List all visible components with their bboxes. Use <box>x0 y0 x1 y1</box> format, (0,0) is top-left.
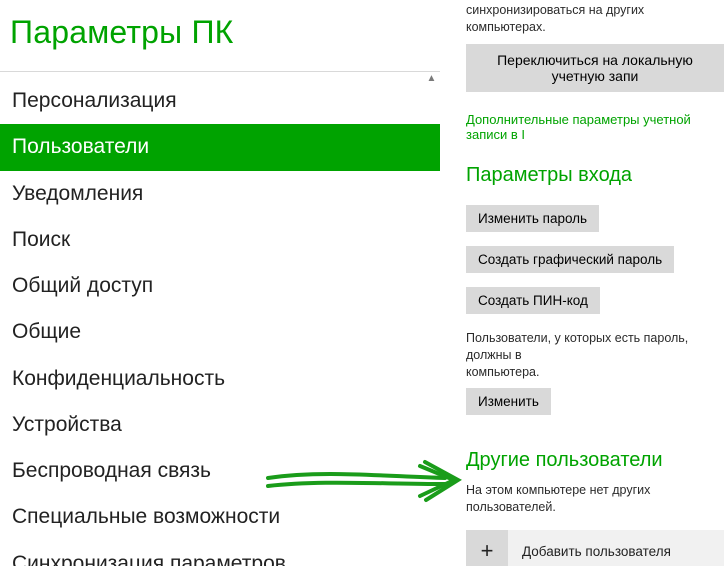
sidebar-item-accessibility[interactable]: Специальные возможности <box>0 494 440 540</box>
sidebar-item-search[interactable]: Поиск <box>0 217 440 263</box>
scroll-up-icon[interactable]: ▲ <box>423 70 440 87</box>
change-password-button[interactable]: Изменить пароль <box>466 205 599 232</box>
create-picture-password-button[interactable]: Создать графический пароль <box>466 246 674 273</box>
sidebar-item-personalization[interactable]: Персонализация <box>0 78 440 124</box>
sidebar-item-users[interactable]: Пользователи <box>0 124 440 170</box>
no-other-users-note: На этом компьютере нет других пользовате… <box>466 482 724 516</box>
sidebar-item-devices[interactable]: Устройства <box>0 402 440 448</box>
password-note-line2: компьютера. <box>466 365 539 379</box>
add-user-button[interactable]: + Добавить пользователя <box>466 530 724 566</box>
page-title: Параметры ПК <box>0 0 440 71</box>
other-users-heading: Другие пользователи <box>466 449 724 472</box>
more-account-settings-link[interactable]: Дополнительные параметры учетной записи … <box>466 112 724 142</box>
sync-note: синхронизироваться на других компьютерах… <box>466 2 724 36</box>
password-required-note: Пользователи, у которых есть пароль, дол… <box>466 330 724 381</box>
sidebar-item-notifications[interactable]: Уведомления <box>0 171 440 217</box>
sidebar-item-share[interactable]: Общий доступ <box>0 263 440 309</box>
switch-local-account-button[interactable]: Переключиться на локальную учетную запи <box>466 44 724 92</box>
sidebar: Параметры ПК Персонализация Пользователи… <box>0 0 440 566</box>
plus-icon: + <box>466 530 508 566</box>
create-pin-button[interactable]: Создать ПИН-код <box>466 287 600 314</box>
sidebar-item-general[interactable]: Общие <box>0 309 440 355</box>
sidebar-item-privacy[interactable]: Конфиденциальность <box>0 356 440 402</box>
signin-options-heading: Параметры входа <box>466 164 724 187</box>
sidebar-item-wireless[interactable]: Беспроводная связь <box>0 448 440 494</box>
content-pane: синхронизироваться на других компьютерах… <box>440 0 724 566</box>
change-button[interactable]: Изменить <box>466 388 551 415</box>
divider <box>0 71 440 72</box>
scrollbar[interactable]: ▲ <box>423 70 440 566</box>
sidebar-item-sync[interactable]: Синхронизация параметров <box>0 541 440 566</box>
password-note-line1: Пользователи, у которых есть пароль, дол… <box>466 331 688 362</box>
add-user-label: Добавить пользователя <box>508 544 671 559</box>
